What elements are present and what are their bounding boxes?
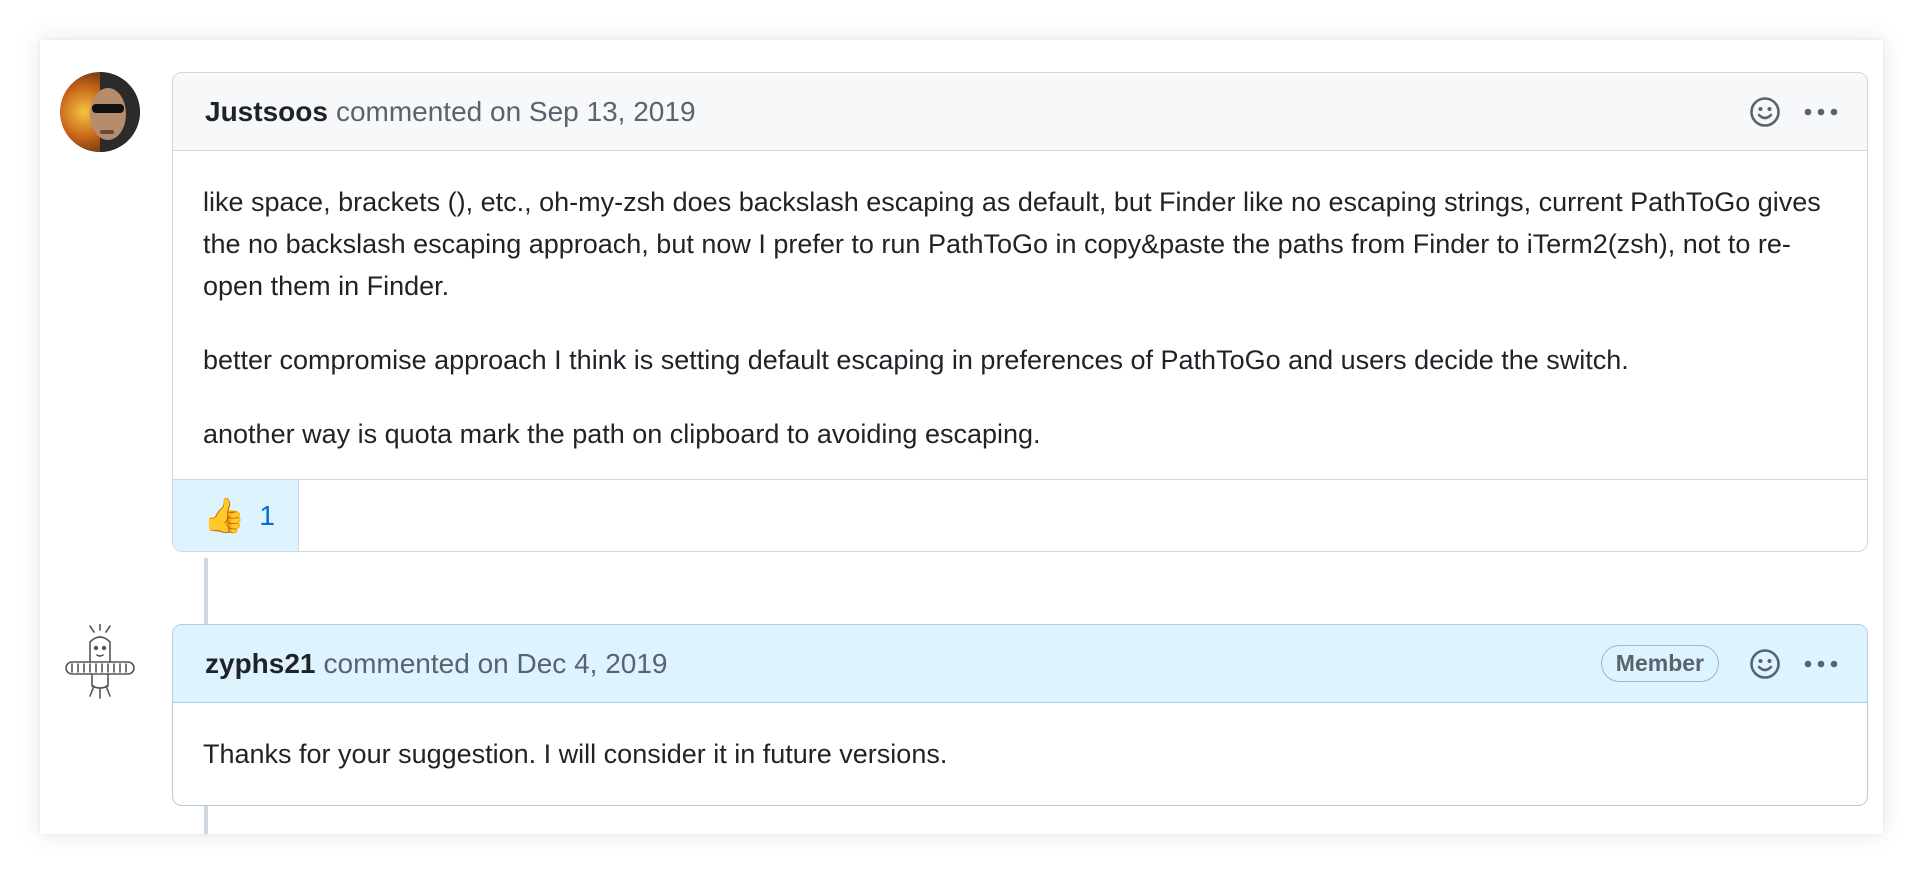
avatar-zyphs21[interactable] (60, 624, 140, 704)
comment-paragraph: like space, brackets (), etc., oh-my-zsh… (203, 187, 1821, 301)
reactions-bar: 👍 1 (173, 479, 1867, 551)
comment-paragraph: Thanks for your suggestion. I will consi… (203, 739, 948, 769)
avatar-justsoos[interactable] (60, 72, 140, 152)
timeline-connector (204, 806, 208, 834)
comment-timestamp[interactable]: commented on Dec 4, 2019 (324, 648, 668, 680)
thumbs-up-reaction-button[interactable]: 👍 1 (173, 480, 299, 551)
kebab-horizontal-icon[interactable] (1799, 642, 1843, 686)
comment-paragraph: another way is quota mark the path on cl… (203, 419, 1041, 449)
comment-header: Justsoos commented on Sep 13, 2019 (173, 73, 1867, 151)
comment-author[interactable]: zyphs21 (205, 648, 316, 680)
kebab-horizontal-icon[interactable] (1799, 90, 1843, 134)
comment-body: Thanks for your suggestion. I will consi… (173, 703, 1867, 805)
comment-card: Justsoos commented on Sep 13, 2019 like … (172, 72, 1868, 552)
comment-timestamp[interactable]: commented on Sep 13, 2019 (336, 96, 696, 128)
comment-author[interactable]: Justsoos (205, 96, 328, 128)
reaction-count: 1 (259, 499, 275, 531)
comment-paragraph: better compromise approach I think is se… (203, 345, 1629, 375)
member-badge: Member (1600, 645, 1719, 682)
comment-body: like space, brackets (), etc., oh-my-zsh… (173, 151, 1867, 479)
comment-header: zyphs21 commented on Dec 4, 2019 Member (173, 625, 1867, 703)
smiley-icon[interactable] (1743, 90, 1787, 134)
smiley-icon[interactable] (1743, 642, 1787, 686)
timeline-connector (204, 558, 208, 630)
comment-card: zyphs21 commented on Dec 4, 2019 Member … (172, 624, 1868, 806)
thumbs-up-icon: 👍 (203, 496, 246, 535)
